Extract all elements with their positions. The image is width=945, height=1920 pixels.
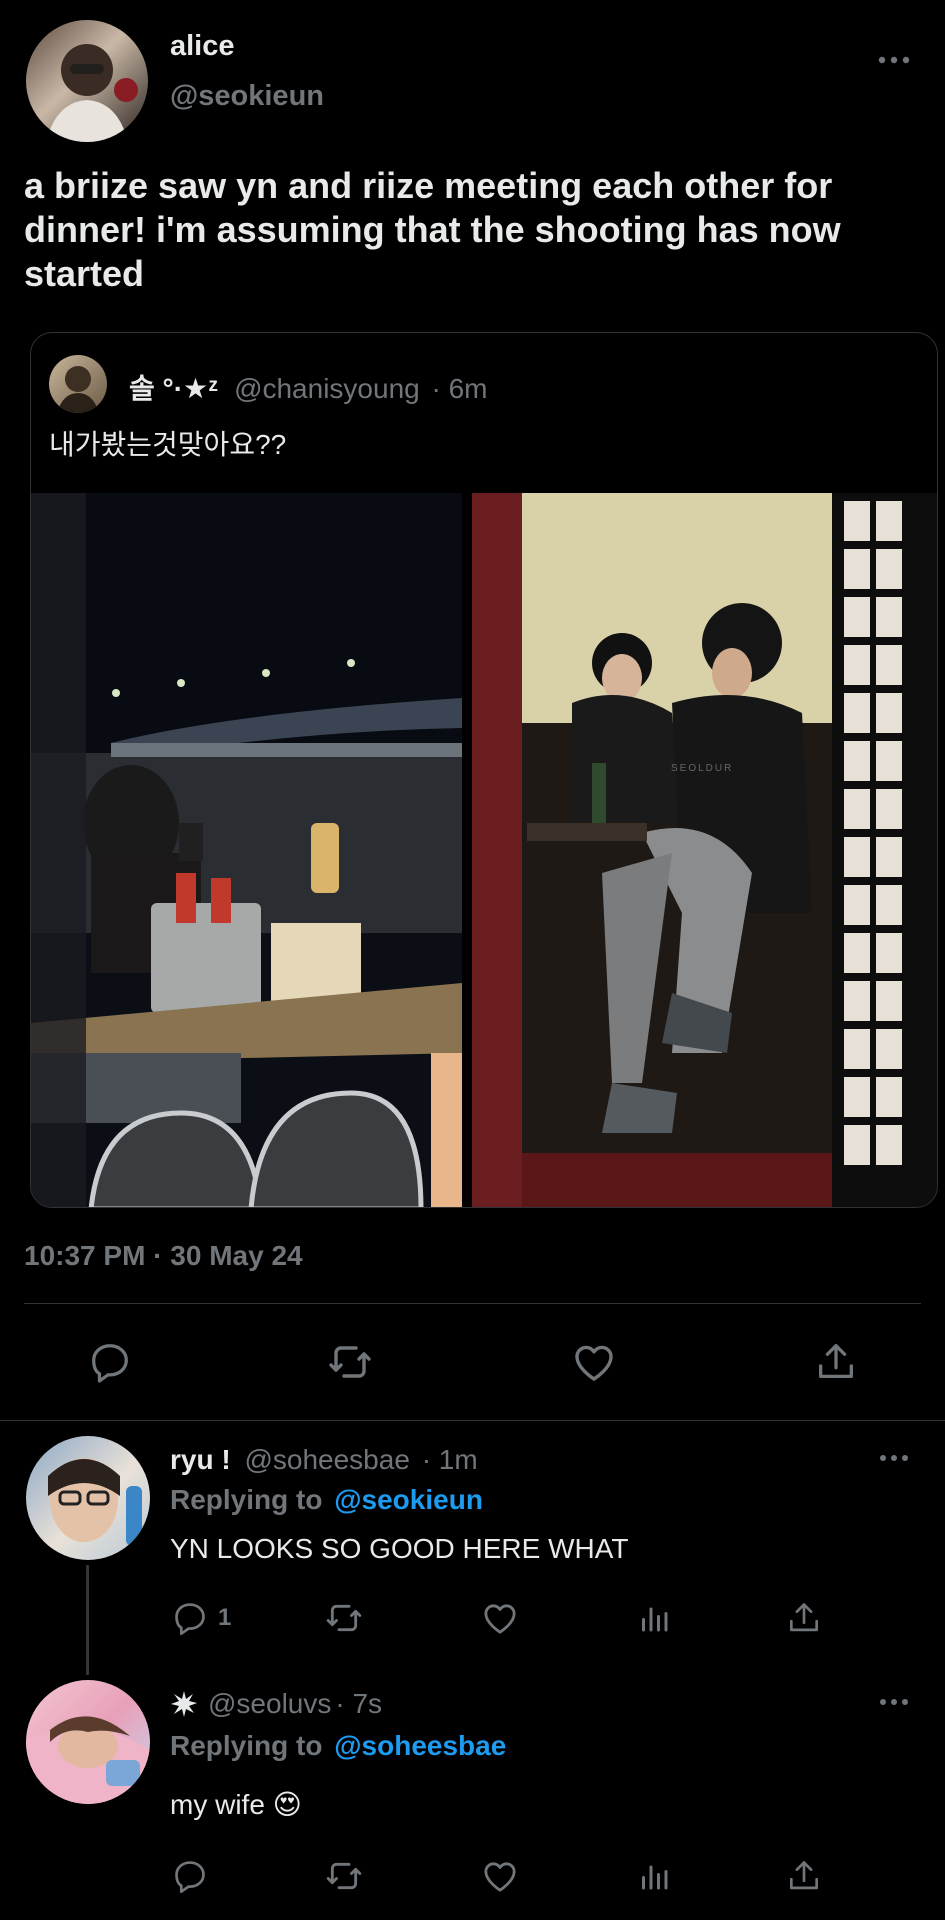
author-handle[interactable]: @seokieun: [170, 80, 324, 113]
reply-time: · 1m: [421, 1444, 478, 1475]
retweet-icon[interactable]: [322, 1596, 366, 1640]
more-icon[interactable]: [874, 1690, 914, 1714]
retweet-icon[interactable]: [322, 1336, 378, 1388]
sparkle-icon: [170, 1690, 198, 1718]
reply-author-handle[interactable]: @soheesbae: [244, 1444, 409, 1475]
quoted-photo-right[interactable]: [472, 493, 937, 1207]
reply-time: · 7s: [335, 1688, 383, 1719]
thread-line: [86, 1565, 89, 1675]
like-icon[interactable]: [566, 1336, 622, 1388]
tweet-timestamp[interactable]: 10:37 PM · 30 May 24: [24, 1240, 303, 1272]
quoted-text: 내가봤는것맞아요??: [49, 429, 287, 460]
replying-to-label: Replying to: [170, 1484, 323, 1515]
reply-text: my wife 😍: [170, 1789, 302, 1820]
reply-author-handle[interactable]: @seoluvs: [208, 1688, 331, 1720]
divider: [24, 1303, 921, 1304]
tweet-text: a briize saw yn and riize meeting each o…: [24, 165, 841, 294]
quoted-author-name: 솔 °·★ᶻ: [129, 373, 219, 404]
reply-icon[interactable]: [170, 1596, 210, 1640]
reply-avatar[interactable]: [26, 1436, 150, 1560]
reply-avatar[interactable]: [26, 1680, 150, 1804]
quoted-time: · 6m: [431, 373, 488, 404]
like-icon[interactable]: [478, 1854, 522, 1898]
quoted-tweet-card[interactable]: 솔 °·★ᶻ @chanisyoung · 6m 내가봤는것맞아요?? SEOL…: [30, 332, 938, 1208]
reply-text: YN LOOKS SO GOOD HERE WHAT: [170, 1533, 629, 1564]
share-icon[interactable]: [782, 1596, 826, 1640]
section-divider: [0, 1420, 945, 1421]
like-icon[interactable]: [478, 1596, 522, 1640]
analytics-icon[interactable]: [632, 1596, 676, 1640]
quoted-author-handle: @chanisyoung: [234, 373, 420, 404]
reply-author-name[interactable]: ryu !: [170, 1444, 231, 1475]
replying-to-label: Replying to: [170, 1730, 323, 1761]
reply-actions: 1: [170, 1596, 870, 1642]
share-icon[interactable]: [782, 1854, 826, 1898]
more-icon[interactable]: [874, 48, 914, 72]
author-avatar[interactable]: [26, 20, 148, 142]
reply-actions: [170, 1854, 870, 1900]
analytics-icon[interactable]: [632, 1854, 676, 1898]
quoted-photo-left[interactable]: [31, 493, 462, 1207]
photo-watermark: SEOLDUR: [671, 763, 734, 774]
replying-to-handle[interactable]: @soheesbae: [334, 1730, 506, 1761]
retweet-icon[interactable]: [322, 1854, 366, 1898]
author-name[interactable]: alice: [170, 30, 235, 63]
share-icon[interactable]: [808, 1336, 864, 1388]
replying-to-handle[interactable]: @seokieun: [334, 1484, 483, 1515]
reply-count: 1: [218, 1604, 232, 1631]
quoted-author-avatar: [49, 355, 107, 413]
more-icon[interactable]: [874, 1446, 914, 1470]
reply-icon[interactable]: [82, 1336, 138, 1388]
reply-icon[interactable]: [170, 1854, 210, 1898]
